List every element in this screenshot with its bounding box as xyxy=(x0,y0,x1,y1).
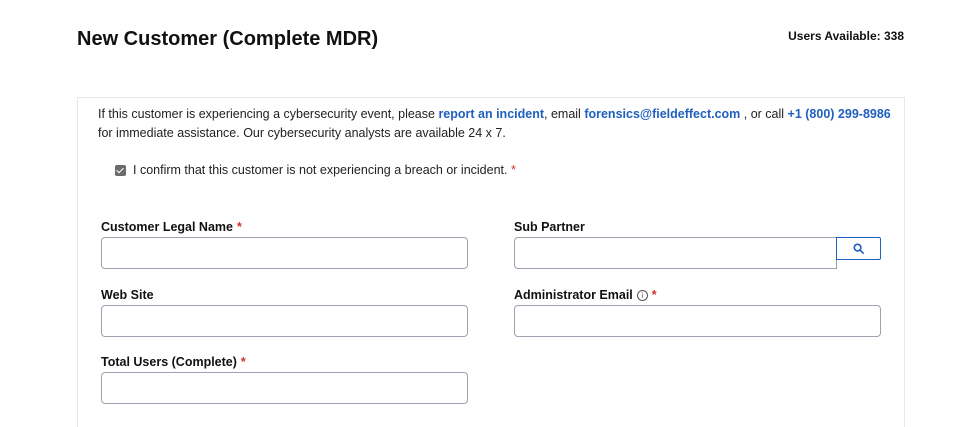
notice-text-1: If this customer is experiencing a cyber… xyxy=(98,107,439,121)
web-site-input[interactable] xyxy=(101,305,468,337)
notice-text-3: , or call xyxy=(740,107,788,121)
phone-link[interactable]: +1 (800) 299-8986 xyxy=(788,107,891,121)
report-incident-link[interactable]: report an incident xyxy=(438,107,544,121)
forensics-email-link[interactable]: forensics@fieldeffect.com xyxy=(584,107,740,121)
total-users-label: Total Users (Complete) * xyxy=(101,355,246,369)
administrator-email-label: Administrator Email i * xyxy=(514,288,657,302)
info-icon[interactable]: i xyxy=(636,289,648,301)
users-available-count: Users Available: 338 xyxy=(788,29,904,43)
confirm-no-breach-checkbox[interactable] xyxy=(115,164,126,176)
confirm-no-breach-label: I confirm that this customer is not expe… xyxy=(133,163,516,177)
administrator-email-input[interactable] xyxy=(514,305,881,337)
sub-partner-search-button[interactable] xyxy=(836,237,881,260)
total-users-input[interactable] xyxy=(101,372,468,404)
notice-text-4: for immediate assistance. Our cybersecur… xyxy=(98,126,506,140)
required-marker: * xyxy=(651,288,657,302)
new-customer-form: If this customer is experiencing a cyber… xyxy=(77,97,905,427)
sub-partner-field: Sub Partner xyxy=(514,220,881,269)
web-site-label: Web Site xyxy=(101,288,154,302)
sub-partner-label: Sub Partner xyxy=(514,220,585,234)
required-marker: * xyxy=(236,220,242,234)
customer-legal-name-input[interactable] xyxy=(101,237,468,269)
sub-partner-input[interactable] xyxy=(514,237,837,269)
confirm-no-breach-row: I confirm that this customer is not expe… xyxy=(115,163,516,177)
search-icon xyxy=(853,243,864,254)
web-site-field: Web Site xyxy=(101,288,468,337)
customer-legal-name-label: Customer Legal Name * xyxy=(101,220,242,234)
total-users-field: Total Users (Complete) * xyxy=(101,355,468,404)
notice-text-2: , email xyxy=(544,107,585,121)
page-title: New Customer (Complete MDR) xyxy=(77,28,379,50)
required-marker: * xyxy=(240,355,246,369)
customer-legal-name-field: Customer Legal Name * xyxy=(101,220,468,269)
required-marker: * xyxy=(510,163,516,177)
administrator-email-field: Administrator Email i * xyxy=(514,288,881,337)
incident-notice: If this customer is experiencing a cyber… xyxy=(98,105,900,143)
